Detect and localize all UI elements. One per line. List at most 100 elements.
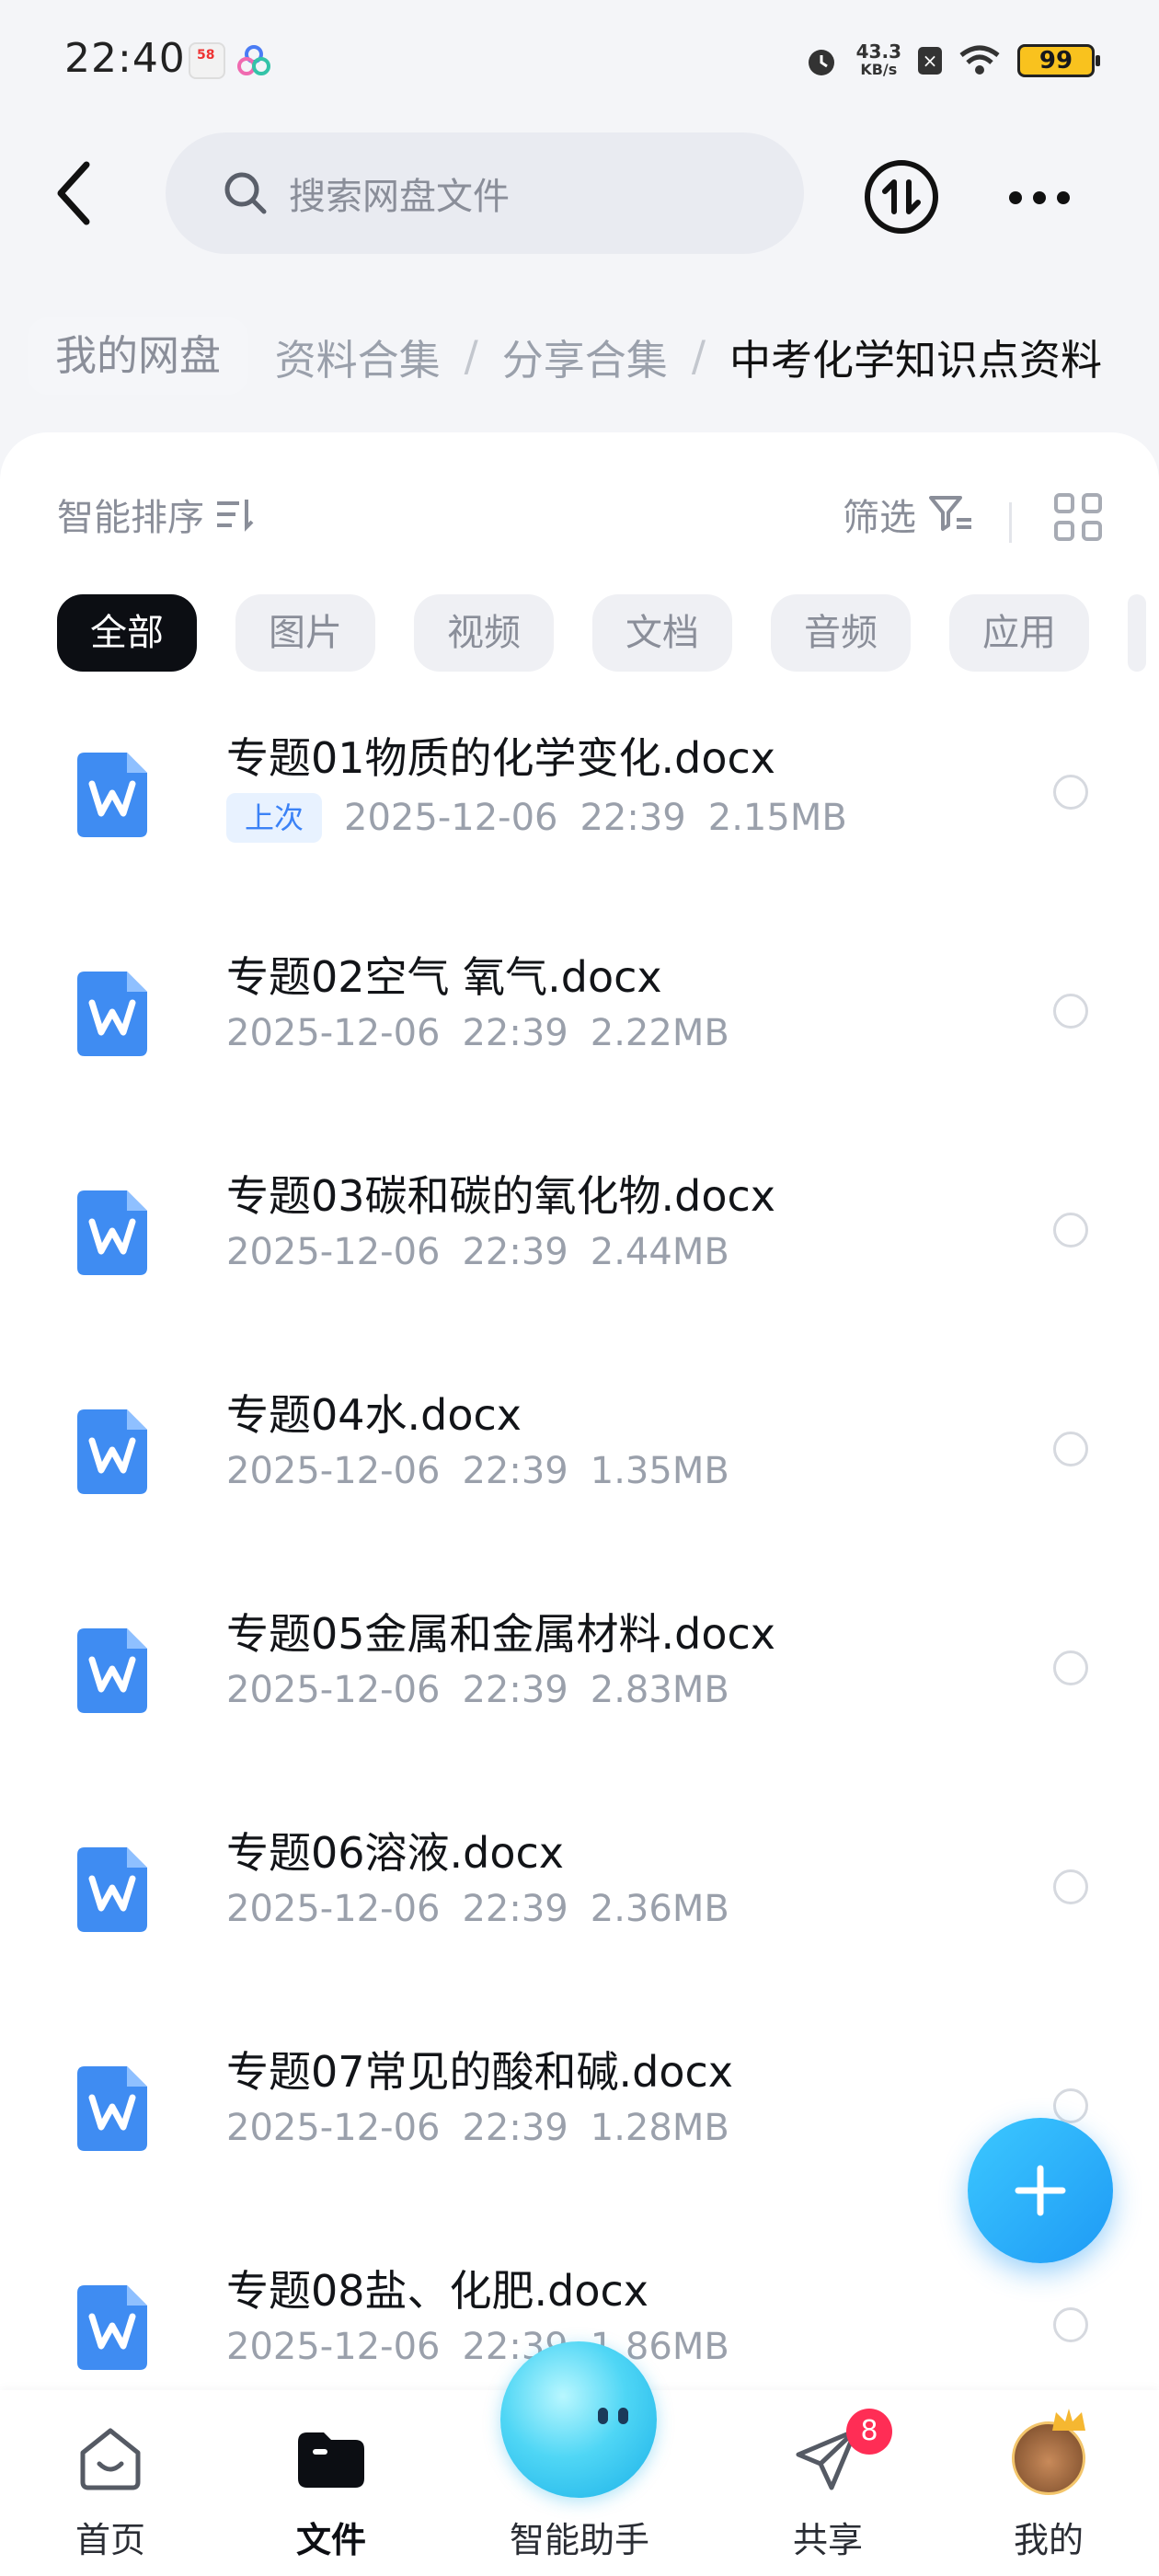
select-checkbox[interactable] [1053,2088,1088,2123]
sort-button[interactable]: 智能排序 [57,488,256,541]
file-meta: 2025-12-06 22:39 1.28MB [226,2107,729,2149]
nav-mine[interactable]: 我的 [975,2409,1122,2569]
file-time: 22:39 [462,1450,568,1492]
file-date: 2025-12-06 [226,1669,441,1711]
breadcrumb-item[interactable]: 资料合集 [275,327,441,386]
breadcrumb-separator: / [464,331,478,381]
breadcrumb-item[interactable]: 分享合集 [502,327,668,386]
file-time: 22:39 [462,1669,568,1711]
file-size: 2.83MB [590,1669,729,1711]
nav-home[interactable]: 首页 [37,2421,184,2569]
status-bar: 22:40 58 43.3 KB/s × 99 [0,0,1159,120]
grid-view-icon [1082,493,1102,513]
file-name: 专题05金属和金属材料.docx [226,1609,776,1659]
chip-apps[interactable]: 应用 [949,594,1089,672]
file-panel: 智能排序 筛选 全部 图片 视频 文档 音频 应用 专题01物质的化学变化.do… [0,432,1159,2576]
chip-documents[interactable]: 文档 [592,594,732,672]
assistant-orb-icon[interactable] [500,2341,657,2498]
file-name: 专题04水.docx [226,1390,522,1440]
file-time: 22:39 [462,1012,568,1054]
transfer-button[interactable] [865,160,938,234]
select-checkbox[interactable] [1053,1869,1088,1904]
select-checkbox[interactable] [1053,775,1088,810]
folder-icon [298,2432,364,2488]
word-document-icon [77,2285,147,2370]
top-header: 搜索网盘文件 [0,120,1159,267]
breadcrumb-root[interactable]: 我的网盘 [28,317,249,395]
search-placeholder: 搜索网盘文件 [289,176,510,218]
chevron-left-icon [57,161,90,225]
sort-label: 智能排序 [57,497,204,539]
nav-files[interactable]: 文件 [258,2421,405,2569]
word-document-icon [77,2066,147,2151]
plus-icon [1015,2165,1066,2216]
file-date: 2025-12-06 [344,797,558,839]
word-document-icon [77,1190,147,1275]
network-speed: 43.3 KB/s [855,40,901,78]
select-checkbox[interactable] [1053,1650,1088,1685]
file-row[interactable]: 专题03碳和碳的氧化物.docx 2025-12-06 22:39 2.44MB [0,1128,1159,1347]
word-document-icon [77,1628,147,1713]
select-checkbox[interactable] [1053,2307,1088,2342]
more-button[interactable] [998,175,1081,221]
file-size: 2.15MB [707,797,847,839]
file-row[interactable]: 专题02空气 氧气.docx 2025-12-06 22:39 2.22MB [0,909,1159,1128]
file-row[interactable]: 专题01物质的化学变化.docx 上次 2025-12-06 22:39 2.1… [0,690,1159,909]
more-dot-icon [1057,191,1070,204]
file-time: 22:39 [462,2107,568,2149]
file-size: 2.36MB [590,1888,729,1930]
search-icon [224,172,267,214]
search-input[interactable]: 搜索网盘文件 [166,132,804,254]
filter-icon [929,496,971,531]
recent-badge: 上次 [226,793,323,843]
chip-more[interactable] [1128,594,1146,672]
file-name: 专题02空气 氧气.docx [226,952,662,1002]
file-date: 2025-12-06 [226,1231,441,1273]
file-time: 22:39 [580,797,686,839]
nav-share[interactable]: 8 共享 [754,2409,901,2569]
back-button[interactable] [44,156,103,230]
crown-icon [1052,2409,1085,2431]
file-size: 2.44MB [590,1231,729,1273]
nav-files-label: 文件 [295,2520,366,2560]
file-row[interactable]: 专题06溶液.docx 2025-12-06 22:39 2.36MB [0,1785,1159,2004]
grid-view-button[interactable] [1054,493,1102,541]
chip-all[interactable]: 全部 [57,594,197,672]
sort-icon [217,500,254,532]
chip-images[interactable]: 图片 [235,594,375,672]
file-size: 1.28MB [590,2107,729,2149]
chip-videos[interactable]: 视频 [414,594,554,672]
file-name: 专题07常见的酸和碱.docx [226,2047,734,2097]
transfer-icon [882,179,921,214]
nav-share-label: 共享 [792,2520,863,2560]
category-chips: 全部 图片 视频 文档 音频 应用 [57,594,1159,672]
grid-view-icon [1082,521,1102,541]
file-date: 2025-12-06 [226,2326,441,2368]
filter-button[interactable]: 筛选 [843,488,973,541]
select-checkbox[interactable] [1053,1213,1088,1248]
select-checkbox[interactable] [1053,994,1088,1029]
file-row[interactable]: 专题05金属和金属材料.docx 2025-12-06 22:39 2.83MB [0,1566,1159,1785]
file-date: 2025-12-06 [226,2107,441,2149]
file-row[interactable]: 专题04水.docx 2025-12-06 22:39 1.35MB [0,1347,1159,1566]
chip-audio[interactable]: 音频 [771,594,911,672]
file-name: 专题01物质的化学变化.docx [226,733,776,783]
more-dot-icon [1033,191,1046,204]
toolbar: 智能排序 筛选 [57,488,1102,552]
grid-view-icon [1054,521,1074,541]
file-name: 专题06溶液.docx [226,1828,565,1878]
file-date: 2025-12-06 [226,1888,441,1930]
file-meta: 2025-12-06 22:39 2.36MB [226,1888,729,1930]
file-size: 2.22MB [590,1012,729,1054]
select-checkbox[interactable] [1053,1432,1088,1466]
add-button[interactable] [968,2118,1113,2263]
share-badge: 8 [846,2409,892,2455]
file-name: 专题03碳和碳的氧化物.docx [226,1171,776,1221]
alarm-icon [808,50,834,75]
file-meta: 2025-12-06 22:39 2.44MB [226,1231,729,1273]
battery-indicator: 99 [1017,44,1100,77]
filter-label: 筛选 [843,497,916,539]
word-document-icon [77,753,147,837]
home-icon [80,2428,141,2490]
file-meta: 2025-12-06 22:39 1.35MB [226,1450,729,1492]
